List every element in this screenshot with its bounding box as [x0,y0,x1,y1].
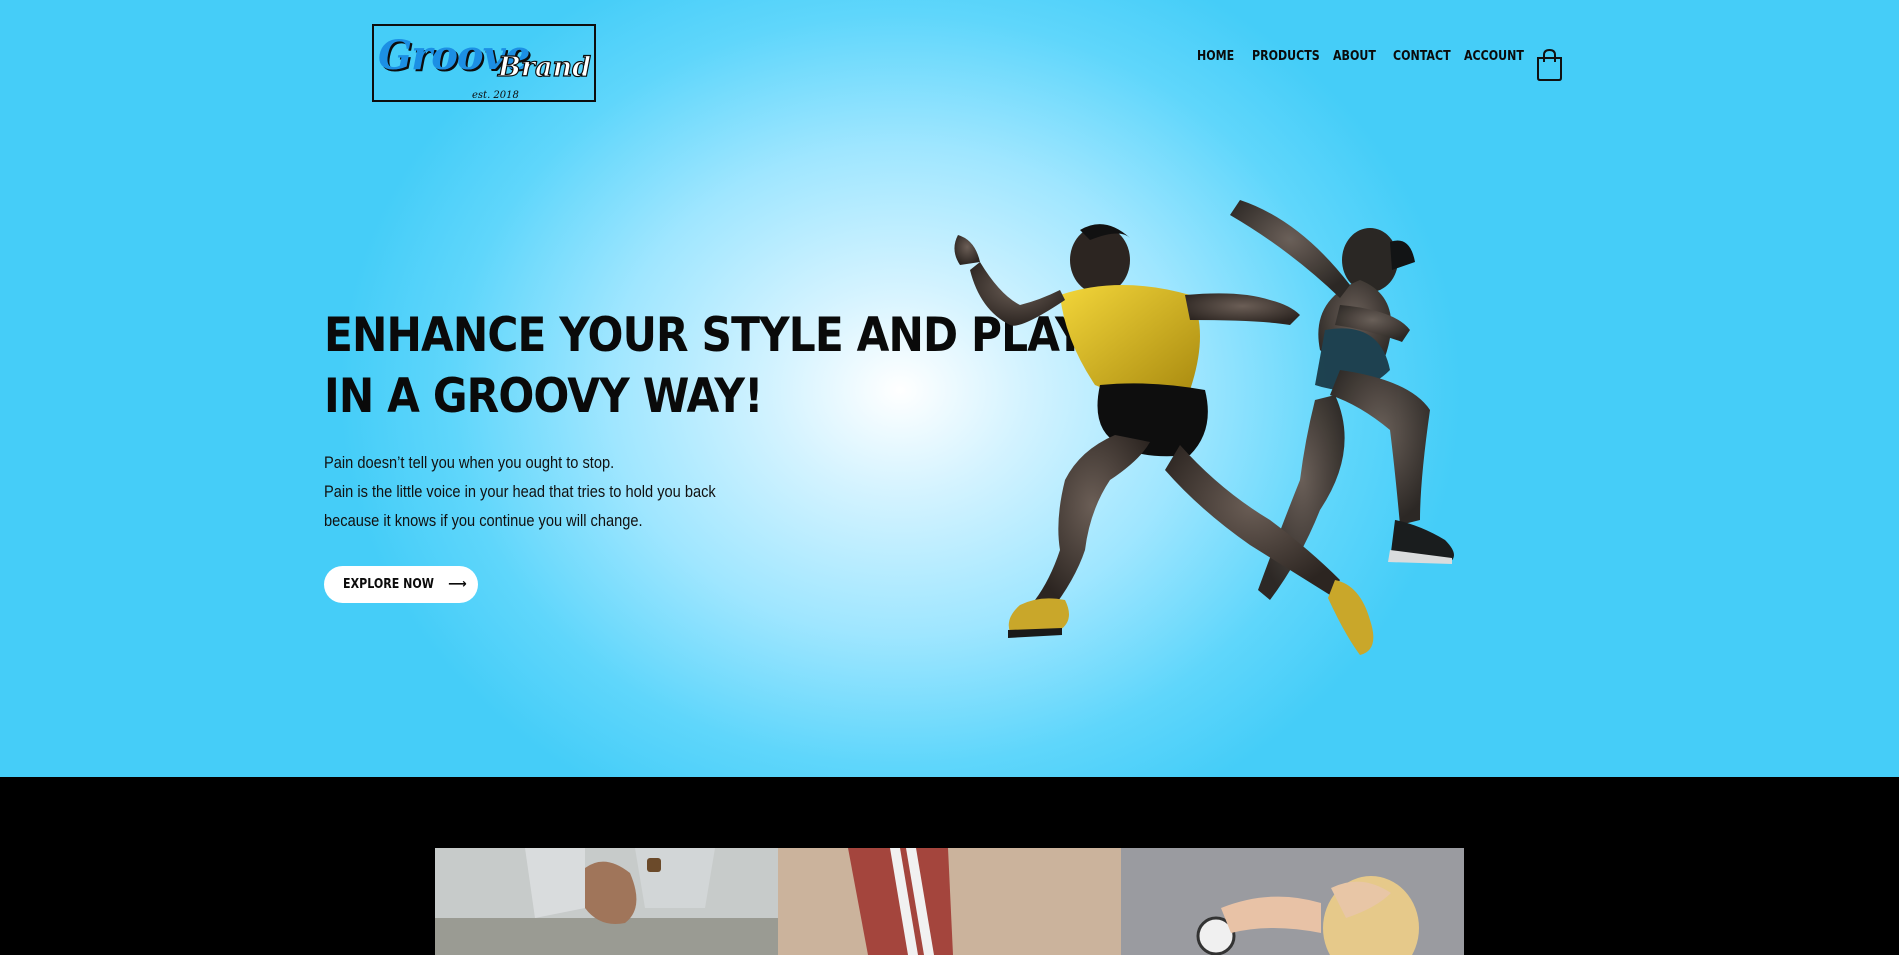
hero-title-line-1: ENHANCE YOUR STYLE AND PLAY [324,308,1086,363]
hero-title: ENHANCE YOUR STYLE AND PLAY IN A GROOVY … [324,305,1086,427]
hero-copy: Pain doesn’t tell you when you ought to … [324,448,720,535]
track-pants-photo [778,848,1121,955]
explore-now-button[interactable]: EXPLORE NOW ⟶ [324,566,478,603]
explore-now-label: EXPLORE NOW [343,577,435,592]
hero-title-line-2: IN A GROOVY WAY! [324,369,763,424]
hero-copy-line-3: because it knows if you continue you wil… [324,511,643,530]
shopping-bag-icon[interactable] [1536,49,1563,81]
nav-about[interactable]: ABOUT [1333,49,1376,64]
jeans-photo [435,848,778,955]
brand-logo[interactable]: Groove Brand est. 2018 [370,22,599,104]
logo-established: est. 2018 [472,90,519,101]
nav-home[interactable]: HOME [1197,49,1234,64]
gallery-tile-track-pants[interactable] [778,848,1121,955]
arrow-right-icon: ⟶ [448,577,467,592]
nav-account[interactable]: ACCOUNT [1464,49,1524,64]
logo-bold-text: Brand [497,51,592,83]
nav-products[interactable]: PRODUCTS [1252,49,1320,64]
product-gallery [435,848,1464,955]
hero-section: Groove Brand est. 2018 HOME PRODUCTS ABO… [0,0,1899,777]
gallery-tile-jeans[interactable] [435,848,778,955]
hero-copy-line-2: Pain is the little voice in your head th… [324,482,716,501]
smartwatch-photo [1121,848,1464,955]
runners-image [954,200,1454,655]
nav-contact[interactable]: CONTACT [1393,49,1451,64]
gallery-tile-smartwatch[interactable] [1121,848,1464,955]
hero-copy-line-1: Pain doesn’t tell you when you ought to … [324,453,615,472]
